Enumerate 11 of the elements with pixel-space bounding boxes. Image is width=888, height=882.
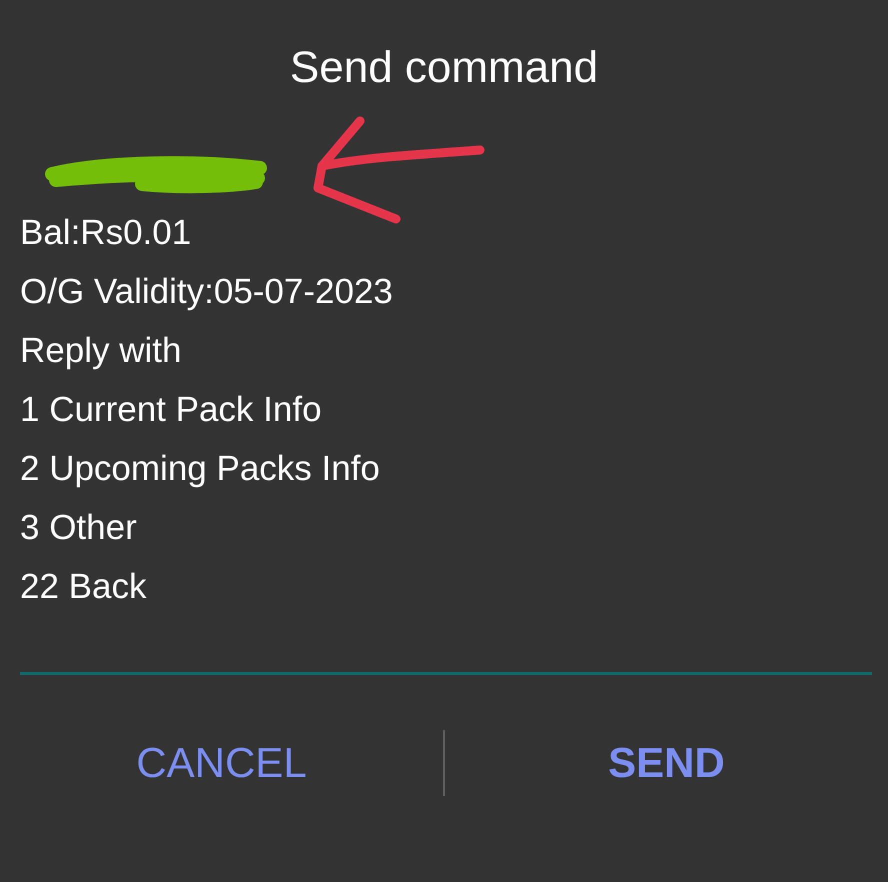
message-text: Reply with <box>20 330 182 372</box>
message-text: 3 Other <box>20 507 137 549</box>
message-text: 2 Upcoming Packs Info <box>20 448 380 490</box>
message-text: O/G Validity:05-07-2023 <box>20 271 393 313</box>
message-text: Bal:Rs0.01 <box>20 212 192 254</box>
message-text: 1 Current Pack Info <box>20 389 322 431</box>
dialog-title: Send command <box>290 42 598 94</box>
input-field[interactable] <box>20 672 872 675</box>
cancel-button[interactable]: CANCEL <box>0 730 443 796</box>
message-text: 22 Back <box>20 566 146 608</box>
send-button[interactable]: SEND <box>445 730 888 796</box>
